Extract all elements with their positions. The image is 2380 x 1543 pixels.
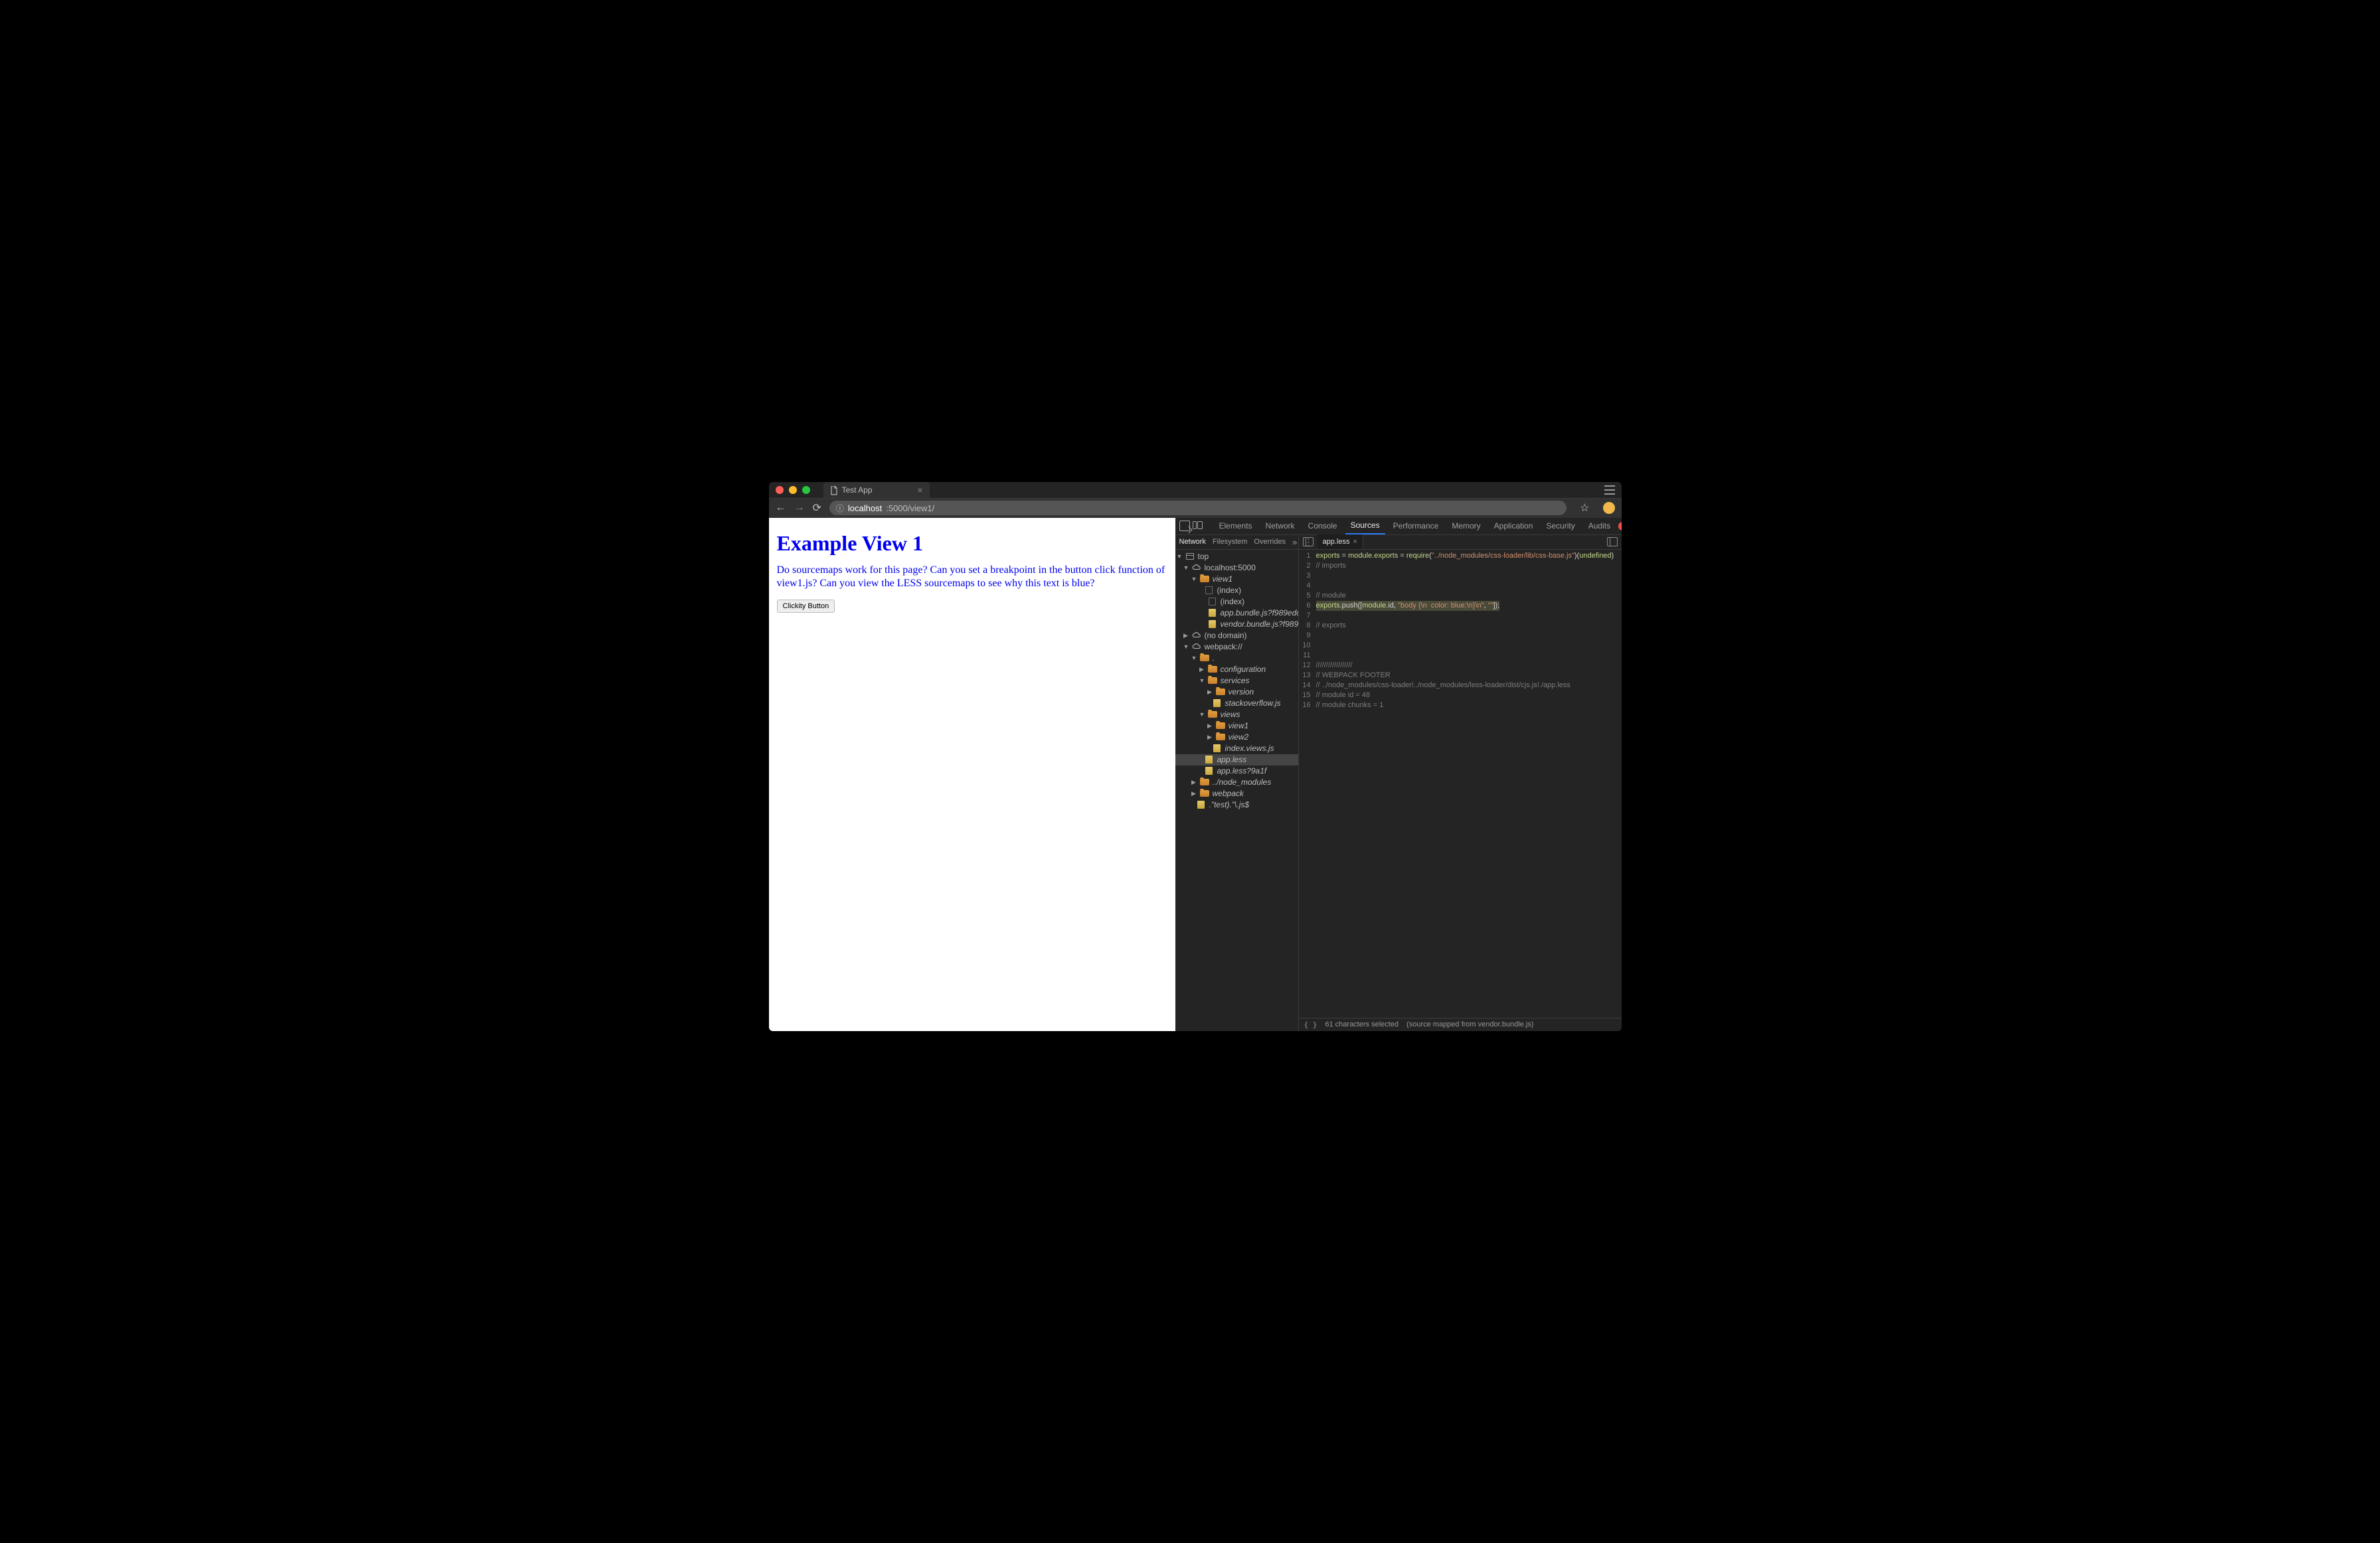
- tree-services[interactable]: ▼services: [1175, 675, 1298, 687]
- tree-nodomain[interactable]: ▶(no domain): [1175, 630, 1298, 641]
- tree-view1[interactable]: ▶view1: [1175, 720, 1298, 732]
- device-toolbar-icon[interactable]: [1193, 521, 1203, 530]
- file-tab-label: app.less: [1323, 538, 1350, 546]
- rendered-page: Example View 1 Do sourcemaps work for th…: [769, 518, 1175, 1031]
- tree-view2[interactable]: ▶view2: [1175, 732, 1298, 743]
- address-bar: ← → ⟳ ⓘ localhost :5000/view1/ ☆: [769, 498, 1622, 518]
- devtools: Elements Network Console Sources Perform…: [1175, 518, 1622, 1031]
- content-area: Example View 1 Do sourcemaps work for th…: [769, 518, 1622, 1031]
- file-tab-app-less[interactable]: app.less ×: [1318, 534, 1363, 549]
- site-info-icon[interactable]: ⓘ: [836, 503, 844, 514]
- code-editor[interactable]: 12345678910111213141516 exports = module…: [1299, 550, 1622, 1031]
- window-menu-icon[interactable]: [1604, 485, 1615, 495]
- minimize-window-button[interactable]: [789, 486, 797, 494]
- sources-body: ▼top ▼localhost:5000 ▼view1 (index) (ind…: [1175, 550, 1622, 1031]
- cloud-icon: [1192, 643, 1201, 650]
- code-lines[interactable]: exports = module.exports = require("../n…: [1314, 550, 1622, 1018]
- editor-tabs: app.less ×: [1299, 535, 1622, 549]
- tree-node-modules[interactable]: ▶../node_modules: [1175, 777, 1298, 788]
- back-button[interactable]: ←: [776, 502, 786, 514]
- more-subtabs-icon[interactable]: »: [1292, 537, 1297, 547]
- page-heading: Example View 1: [777, 531, 1167, 556]
- reload-button[interactable]: ⟳: [813, 501, 821, 515]
- tab-title: Test App: [842, 485, 873, 495]
- browser-window: Test App × ← → ⟳ ⓘ localhost :5000/view1/…: [769, 482, 1622, 1031]
- line-gutter: 12345678910111213141516: [1299, 550, 1314, 1018]
- profile-avatar[interactable]: [1603, 502, 1615, 514]
- tree-configuration[interactable]: ▶configuration: [1175, 664, 1298, 675]
- element-picker-icon[interactable]: [1179, 521, 1190, 531]
- subtab-network[interactable]: Network: [1179, 538, 1206, 546]
- toggle-navigator-icon[interactable]: [1303, 537, 1314, 546]
- tree-index-b[interactable]: (index): [1175, 596, 1298, 608]
- tab-audits[interactable]: Audits: [1583, 517, 1616, 534]
- tree-version[interactable]: ▶version: [1175, 687, 1298, 698]
- subtab-overrides[interactable]: Overrides: [1254, 538, 1286, 546]
- tree-domain[interactable]: ▼localhost:5000: [1175, 562, 1298, 574]
- file-tree[interactable]: ▼top ▼localhost:5000 ▼view1 (index) (ind…: [1175, 550, 1299, 1031]
- editor-statusbar: { } 61 characters selected (source mappe…: [1299, 1018, 1622, 1031]
- tab-elements[interactable]: Elements: [1214, 517, 1258, 534]
- toggle-debugger-icon[interactable]: [1607, 537, 1618, 546]
- close-tab-icon[interactable]: ×: [917, 485, 922, 495]
- tree-webpack[interactable]: ▼webpack://: [1175, 641, 1298, 653]
- tree-top[interactable]: ▼top: [1175, 551, 1298, 562]
- cloud-icon: [1192, 564, 1201, 571]
- tab-console[interactable]: Console: [1303, 517, 1343, 534]
- tree-app-less[interactable]: app.less: [1175, 754, 1298, 766]
- tab-application[interactable]: Application: [1489, 517, 1539, 534]
- tree-app-less-q[interactable]: app.less?9a1f: [1175, 766, 1298, 777]
- page-paragraph: Do sourcemaps work for this page? Can yo…: [777, 564, 1167, 590]
- window-controls: [769, 486, 810, 494]
- cloud-icon: [1192, 632, 1201, 639]
- error-badge[interactable]: 1: [1618, 522, 1621, 530]
- tab-bar: Test App ×: [769, 482, 1622, 498]
- tab-security[interactable]: Security: [1541, 517, 1580, 534]
- tree-stackoverflow[interactable]: stackoverflow.js: [1175, 698, 1298, 709]
- tree-app-bundle[interactable]: app.bundle.js?f989edc58ce36096a: [1175, 608, 1298, 619]
- tree-webpack-dir[interactable]: ▶webpack: [1175, 788, 1298, 799]
- url-host: localhost: [848, 503, 882, 513]
- tree-views[interactable]: ▼views: [1175, 709, 1298, 720]
- tree-testjs[interactable]: ."test)."\.js$: [1175, 799, 1298, 811]
- url-path: :5000/view1/: [886, 503, 934, 513]
- clickity-button[interactable]: Clickity Button: [777, 600, 835, 613]
- doc-icon: [830, 486, 838, 494]
- pretty-print-icon[interactable]: { }: [1304, 1020, 1318, 1029]
- tree-vendor-bundle[interactable]: vendor.bundle.js?f989edc58ce3609: [1175, 619, 1298, 630]
- maximize-window-button[interactable]: [802, 486, 810, 494]
- tab-network[interactable]: Network: [1260, 517, 1300, 534]
- tree-dot[interactable]: ▼.: [1175, 653, 1298, 664]
- close-file-tab-icon[interactable]: ×: [1353, 538, 1357, 546]
- sources-subbar: Network Filesystem Overrides » ⋮ app.les…: [1175, 535, 1622, 550]
- sourcemap-info: (source mapped from vendor.bundle.js): [1406, 1020, 1533, 1028]
- browser-tab[interactable]: Test App ×: [823, 482, 930, 498]
- tree-index-views[interactable]: index.views.js: [1175, 743, 1298, 754]
- tree-view1-folder[interactable]: ▼view1: [1175, 574, 1298, 585]
- tab-memory[interactable]: Memory: [1446, 517, 1486, 534]
- tab-sources[interactable]: Sources: [1345, 517, 1385, 534]
- url-input[interactable]: ⓘ localhost :5000/view1/: [829, 501, 1567, 515]
- devtools-tabbar: Elements Network Console Sources Perform…: [1175, 518, 1622, 535]
- forward-button[interactable]: →: [794, 502, 805, 514]
- close-window-button[interactable]: [776, 486, 784, 494]
- selection-count: 61 characters selected: [1325, 1020, 1399, 1028]
- navigator-tabs: Network Filesystem Overrides » ⋮: [1175, 535, 1299, 549]
- subtab-filesystem[interactable]: Filesystem: [1213, 538, 1248, 546]
- bookmark-icon[interactable]: ☆: [1580, 501, 1589, 515]
- tree-index-a[interactable]: (index): [1175, 585, 1298, 596]
- tab-performance[interactable]: Performance: [1388, 517, 1444, 534]
